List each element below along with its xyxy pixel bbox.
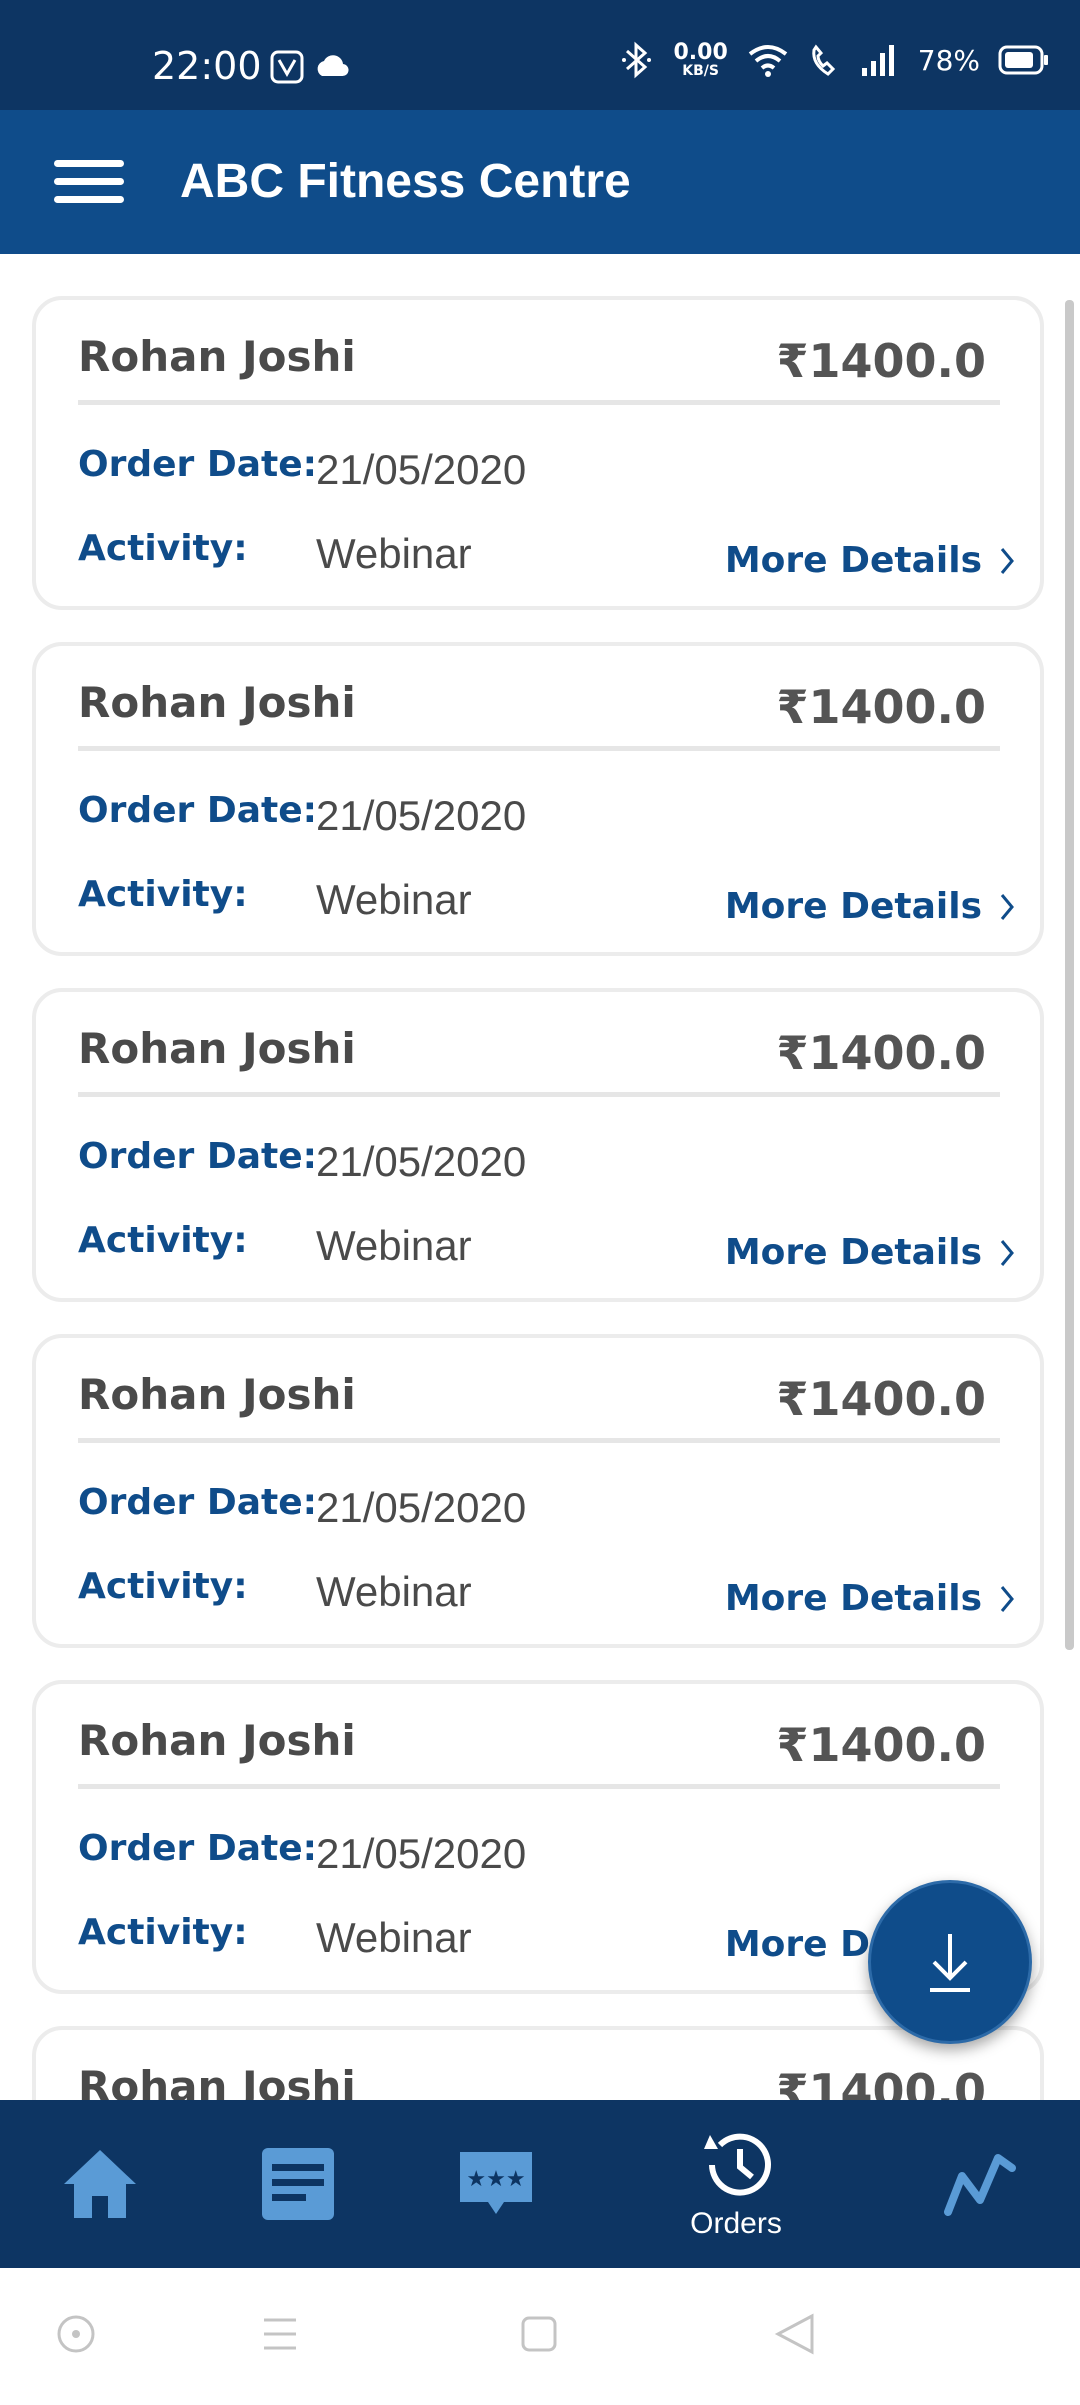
download-icon [930, 1934, 970, 1992]
more-details-label: More Details [724, 540, 982, 581]
assistant-icon[interactable] [57, 2315, 95, 2353]
order-amount: ₹1400.0 [776, 334, 986, 388]
order-date-label: Order Date: [78, 790, 318, 831]
order-card[interactable]: Rohan Joshi ₹1400.0 Order Date: 21/05/20… [32, 1334, 1044, 1648]
card-divider [78, 746, 1000, 751]
order-amount: ₹1400.0 [776, 2064, 986, 2100]
activity-label: Activity: [78, 1566, 248, 1607]
bottom-nav: ★★★ Orders [0, 2100, 1080, 2268]
customer-name: Rohan Joshi [78, 678, 356, 727]
customer-name: Rohan Joshi [78, 1370, 356, 1419]
more-details-link[interactable]: More Details [725, 540, 1014, 581]
nav-documents[interactable] [238, 2100, 358, 2268]
order-date-value: 21/05/2020 [316, 1830, 527, 1877]
more-details-link[interactable]: More Details [725, 886, 1014, 927]
bluetooth-icon [622, 41, 652, 79]
order-date-label: Order Date: [78, 1136, 318, 1177]
order-date-value: 21/05/2020 [316, 792, 527, 839]
more-details-label: More Details [724, 1578, 982, 1619]
order-card[interactable]: Rohan Joshi ₹1400.0 Order Date: 21/05/20… [32, 296, 1044, 610]
more-details-label: More Details [724, 1232, 982, 1273]
order-date-value: 21/05/2020 [316, 1484, 527, 1531]
chevron-right-icon [1000, 893, 1014, 920]
nav-home[interactable] [40, 2100, 160, 2268]
status-right: 0.00 KB/S 78% [621, 40, 1050, 80]
chevron-right-icon [1000, 547, 1014, 574]
customer-name: Rohan Joshi [78, 2062, 356, 2100]
more-details-link[interactable]: More Details [725, 1578, 1014, 1619]
status-bar: 22:00 0.00 KB/S 78% [0, 0, 1080, 110]
nav-orders-label: Orders [690, 2207, 782, 2240]
customer-name: Rohan Joshi [78, 1024, 356, 1073]
wifi-calling-icon [812, 44, 835, 76]
order-date-label: Order Date: [78, 444, 318, 485]
activity-value: Webinar [316, 876, 472, 923]
app-notification-icon [270, 50, 349, 84]
activity-label: Activity: [78, 874, 248, 915]
order-amount: ₹1400.0 [776, 1026, 986, 1080]
customer-name: Rohan Joshi [78, 1716, 356, 1765]
activity-value: Webinar [316, 1568, 472, 1615]
order-amount: ₹1400.0 [776, 1372, 986, 1426]
activity-value: Webinar [316, 530, 472, 577]
chevron-right-icon [1000, 1239, 1014, 1266]
net-speed: 0.00 KB/S [673, 40, 728, 79]
app-title: ABC Fitness Centre [180, 155, 631, 208]
nav-orders[interactable]: Orders [660, 2100, 812, 2268]
card-divider [78, 1784, 1000, 1789]
activity-label: Activity: [78, 528, 248, 569]
notification-icons [270, 50, 370, 95]
chevron-right-icon [1000, 1585, 1014, 1612]
menu-icon[interactable] [264, 2318, 296, 2350]
battery-icon [998, 45, 1048, 75]
reviews-icon: ★★★ [460, 2152, 532, 2214]
card-divider [78, 1092, 1000, 1097]
order-date-label: Order Date: [78, 1482, 318, 1523]
signal-icon [861, 45, 894, 76]
app-bar: ABC Fitness Centre [0, 110, 1080, 254]
activity-label: Activity: [78, 1220, 248, 1261]
order-date-value: 21/05/2020 [316, 1138, 527, 1185]
hamburger-menu-icon[interactable] [54, 160, 126, 204]
home-nav-icon[interactable] [521, 2316, 557, 2352]
orders-history-icon [704, 2133, 771, 2196]
order-date-label: Order Date: [78, 1828, 318, 1869]
document-icon [262, 2148, 334, 2220]
card-divider [78, 400, 1000, 405]
status-time: 22:00 [152, 44, 262, 88]
nav-analytics[interactable] [920, 2100, 1040, 2268]
order-amount: ₹1400.0 [776, 1718, 986, 1772]
order-card[interactable]: Rohan Joshi ₹1400.0 Order Date: 21/05/20… [32, 642, 1044, 956]
svg-text:★★★: ★★★ [466, 2167, 525, 2192]
orders-list[interactable]: Rohan Joshi ₹1400.0 Order Date: 21/05/20… [0, 254, 1080, 2100]
activity-value: Webinar [316, 1222, 472, 1269]
analytics-icon [944, 2154, 1016, 2216]
battery-percent: 78% [917, 43, 980, 77]
nav-reviews[interactable]: ★★★ [436, 2100, 556, 2268]
more-details-link[interactable]: More Details [725, 1232, 1014, 1273]
wifi-icon [748, 45, 787, 77]
download-button[interactable] [868, 1880, 1032, 2044]
more-details-label: More Details [724, 886, 982, 927]
customer-name: Rohan Joshi [78, 332, 356, 381]
scrollbar[interactable] [1065, 300, 1074, 1650]
back-icon[interactable] [774, 2313, 814, 2355]
order-amount: ₹1400.0 [776, 680, 986, 734]
order-card[interactable]: Rohan Joshi ₹1400.0 Order Date: 21/05/20… [32, 988, 1044, 1302]
system-nav-bar [0, 2268, 1080, 2400]
home-icon [64, 2150, 136, 2218]
card-divider [78, 1438, 1000, 1443]
activity-value: Webinar [316, 1914, 472, 1961]
activity-label: Activity: [78, 1912, 248, 1953]
order-date-value: 21/05/2020 [316, 446, 527, 493]
